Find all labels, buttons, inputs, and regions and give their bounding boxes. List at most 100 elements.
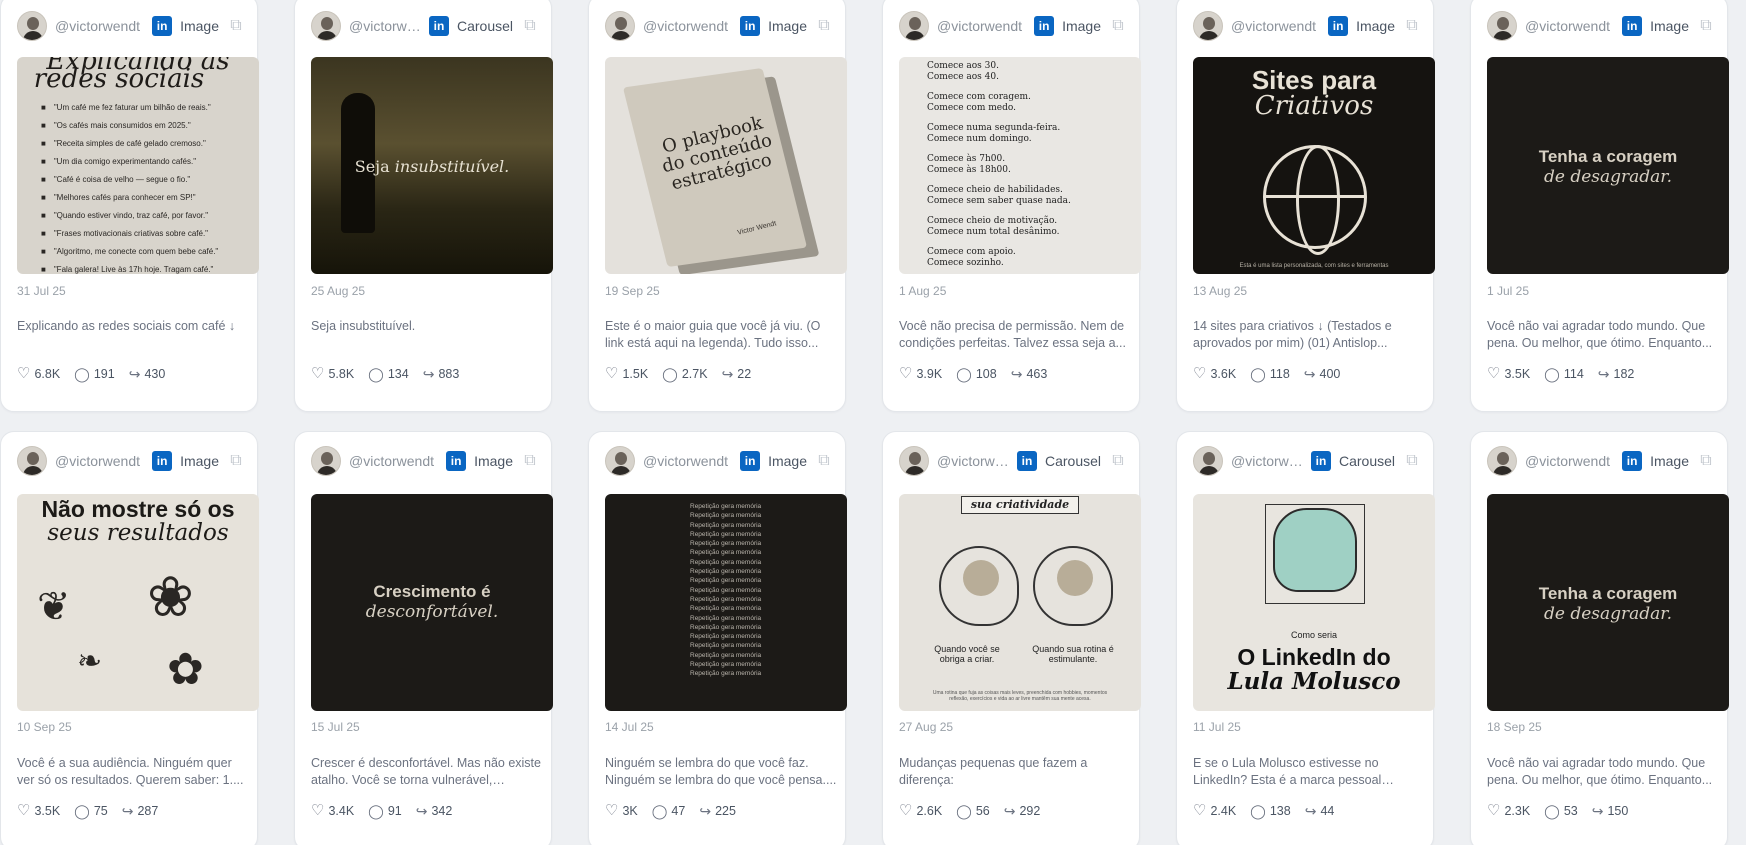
external-link-icon[interactable]: ⧉: [521, 17, 539, 35]
post-card[interactable]: @victorwen... in Carousel ⧉ sua criativi…: [882, 431, 1141, 845]
post-card[interactable]: @victorwendt in Image ⧉ Comece aos 30. Co…: [882, 0, 1141, 412]
post-date: 25 Aug 25: [311, 284, 366, 298]
avatar[interactable]: [899, 11, 929, 41]
author-handle[interactable]: @victorwendt: [643, 453, 734, 469]
post-date: 15 Jul 25: [311, 720, 360, 734]
post-stats: ♡ 3.6K ◯ 118 ↪ 400: [1193, 366, 1354, 381]
post-stats: ♡ 2.6K ◯ 56 ↪ 292: [899, 803, 1054, 818]
avatar[interactable]: [17, 11, 47, 41]
post-card[interactable]: @victorwendt in Image ⧉ Não mostre só os…: [0, 431, 259, 845]
media-line: "Um café me fez faturar um bilhão de rea…: [41, 99, 218, 117]
external-link-icon[interactable]: ⧉: [1697, 452, 1715, 470]
share-icon: ↪: [128, 366, 141, 382]
avatar[interactable]: [899, 446, 929, 476]
post-card[interactable]: @victorwen... in Carousel ⧉ Seja insubst…: [294, 0, 553, 412]
author-handle[interactable]: @victorwendt: [55, 453, 146, 469]
media-header: sua criatividade: [961, 496, 1079, 514]
post-type: Image: [180, 18, 219, 34]
likes-count: 3.4K: [328, 804, 355, 818]
post-image[interactable]: Sites para Criativos Esta é uma lista pe…: [1193, 57, 1435, 274]
post-image[interactable]: Comece aos 30. Comece aos 40. Comece com …: [899, 57, 1141, 274]
repeat-line: Repetição gera memória: [690, 605, 762, 613]
post-card[interactable]: @victorwendt in Image ⧉ O playbook do co…: [588, 0, 847, 412]
post-image[interactable]: Explicando as redes sociais "Um café me …: [17, 57, 259, 274]
post-image[interactable]: Como seria O LinkedIn do Lula Molusco: [1193, 494, 1435, 711]
external-link-icon[interactable]: ⧉: [1403, 17, 1421, 35]
external-link-icon[interactable]: ⧉: [1697, 17, 1715, 35]
post-card[interactable]: @victorwendt in Image ⧉ Crescimento é de…: [294, 431, 553, 845]
media-text-b: insubstituível.: [394, 157, 510, 176]
media-lines: "Um café me fez faturar um bilhão de rea…: [41, 99, 218, 274]
post-card[interactable]: @victorwendt in Image ⧉ Explicando as re…: [0, 0, 259, 412]
post-image[interactable]: Repetição gera memória Repetição gera mem…: [605, 494, 847, 711]
post-stats: ♡ 3.4K ◯ 91 ↪ 342: [311, 803, 466, 819]
post-type: Image: [474, 453, 513, 469]
comments-count: 75: [93, 804, 108, 818]
external-link-icon[interactable]: ⧉: [815, 452, 833, 470]
avatar[interactable]: [605, 446, 635, 476]
media-line: "Algoritmo, me conecte com quem bebe caf…: [41, 243, 218, 261]
author-handle[interactable]: @victorwendt: [349, 453, 440, 469]
squidward-illustration: [1273, 508, 1357, 592]
post-header: @victorwendt in Image ⧉: [605, 446, 833, 476]
post-caption: Crescer é desconfortável. Mas não existe…: [311, 756, 541, 787]
external-link-icon[interactable]: ⧉: [1109, 452, 1127, 470]
post-image[interactable]: Seja insubstituível.: [311, 57, 553, 274]
avatar[interactable]: [17, 446, 47, 476]
avatar[interactable]: [1487, 446, 1517, 476]
share-icon: ↪: [415, 803, 428, 819]
avatar[interactable]: [1193, 446, 1223, 476]
external-link-icon[interactable]: ⧉: [1403, 452, 1421, 470]
media-line-1: Crescimento é: [373, 582, 491, 601]
post-image[interactable]: Tenha a coragem de desagradar.: [1487, 494, 1729, 711]
post-image[interactable]: Não mostre só os seus resultados ❦ ❀ ❧ ✿: [17, 494, 259, 711]
post-caption: Você não precisa de permissão. Nem de co…: [899, 319, 1126, 350]
media-footer: Esta é uma lista personalizada, com site…: [1239, 263, 1389, 269]
post-type: Carousel: [456, 18, 513, 34]
author-handle[interactable]: @victorwendt: [643, 18, 734, 34]
author-handle[interactable]: @victorwendt: [1231, 18, 1322, 34]
author-handle[interactable]: @victorwendt: [55, 18, 146, 34]
comment-icon: ◯: [368, 366, 384, 382]
post-header: @victorwendt in Image ⧉: [1487, 446, 1715, 476]
external-link-icon[interactable]: ⧉: [815, 17, 833, 35]
media-line: Comece com medo.: [927, 102, 1016, 113]
external-link-icon[interactable]: ⧉: [521, 452, 539, 470]
post-card[interactable]: @victorwen... in Carousel ⧉ Como seria O…: [1176, 431, 1435, 845]
post-card[interactable]: @victorwendt in Image ⧉ Sites para Criat…: [1176, 0, 1435, 412]
avatar[interactable]: [1487, 11, 1517, 41]
linkedin-icon: in: [1622, 16, 1643, 36]
author-handle[interactable]: @victorwendt: [937, 18, 1028, 34]
author-handle[interactable]: @victorwen...: [349, 18, 423, 34]
post-card[interactable]: @victorwendt in Image ⧉ Repetição gera m…: [588, 431, 847, 845]
external-link-icon[interactable]: ⧉: [227, 17, 245, 35]
post-card[interactable]: @victorwendt in Image ⧉ Tenha a coragem …: [1470, 0, 1729, 412]
post-image[interactable]: sua criatividade Quando você se obriga a…: [899, 494, 1141, 711]
share-icon: ↪: [422, 366, 435, 382]
media-line: Comece com coragem.: [927, 92, 1031, 102]
heart-icon: ♡: [17, 802, 31, 819]
media-line-1: Tenha a coragem: [1538, 584, 1678, 603]
heart-icon: ♡: [17, 365, 31, 382]
post-type: Image: [768, 453, 807, 469]
post-image[interactable]: Tenha a coragem de desagradar.: [1487, 57, 1729, 274]
post-stats: ♡ 2.4K ◯ 138 ↪ 44: [1193, 803, 1348, 818]
post-image[interactable]: O playbook do conteúdo estratégico Victo…: [605, 57, 847, 274]
avatar[interactable]: [605, 11, 635, 41]
post-image[interactable]: Crescimento é desconfortável.: [311, 494, 553, 711]
author-handle[interactable]: @victorwen...: [937, 453, 1011, 469]
comments-count: 91: [387, 804, 402, 818]
post-stats: ♡ 1.5K ◯ 2.7K ↪ 22: [605, 366, 765, 381]
author-handle[interactable]: @victorwen...: [1231, 453, 1305, 469]
post-card[interactable]: @victorwendt in Image ⧉ Tenha a coragem …: [1470, 431, 1729, 845]
linkedin-icon: in: [1310, 451, 1331, 471]
comments-count: 56: [975, 804, 990, 818]
avatar[interactable]: [311, 11, 341, 41]
external-link-icon[interactable]: ⧉: [227, 452, 245, 470]
external-link-icon[interactable]: ⧉: [1109, 17, 1127, 35]
avatar[interactable]: [311, 446, 341, 476]
author-handle[interactable]: @victorwendt: [1525, 453, 1616, 469]
avatar[interactable]: [1193, 11, 1223, 41]
author-handle[interactable]: @victorwendt: [1525, 18, 1616, 34]
media-line: Comece num domingo.: [927, 133, 1032, 144]
